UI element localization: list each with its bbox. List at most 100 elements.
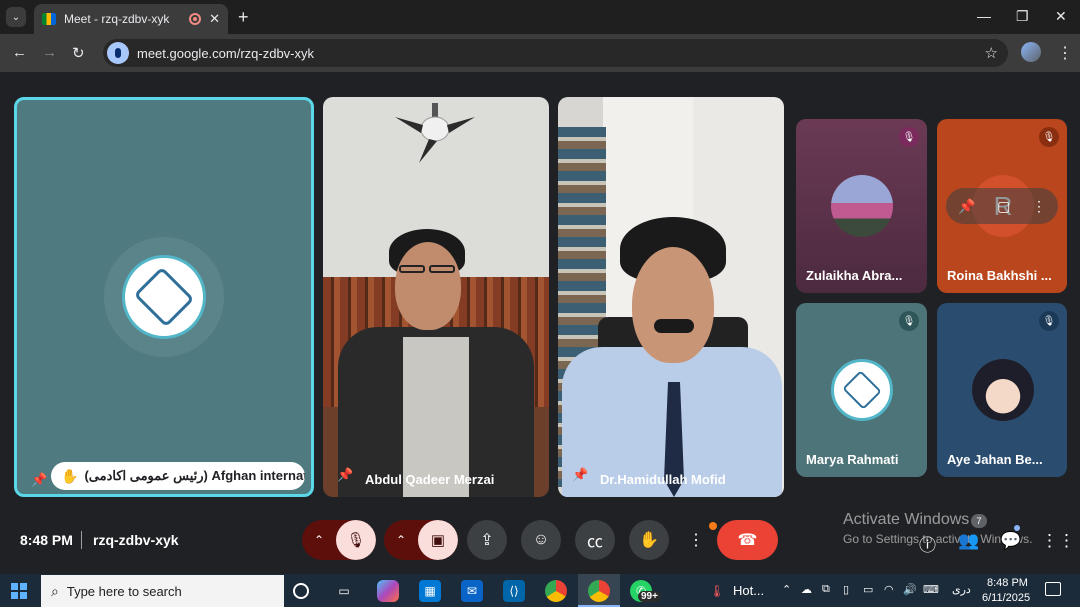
participant-name: Aye Jahan Be...	[947, 452, 1043, 467]
site-mic-icon[interactable]	[107, 42, 129, 64]
tile-marya[interactable]: 🎙 Marya Rahmati	[796, 303, 927, 477]
person-face	[395, 242, 461, 330]
tile-zulaikha[interactable]: 🎙 Zulaikha Abra...	[796, 119, 927, 293]
tile-main-presenter[interactable]: 📌 ✋ (رئیس عمومی اکادمی) Afghan internati…	[14, 97, 314, 497]
activate-windows-title: Activate Windows	[843, 511, 970, 528]
tile-aye-jahan[interactable]: 🎙 Aye Jahan Be...	[937, 303, 1067, 477]
outlook-icon[interactable]: ✉	[461, 580, 483, 602]
thermometer-icon: 🌡	[709, 584, 725, 598]
volume-icon[interactable]: 🔊	[903, 583, 917, 596]
browser-toolbar: ← → ↻ meet.google.com/rzq-zdbv-xyk ☆ ⋮	[0, 34, 1080, 72]
participant-name: Roina Bakhshi ...	[947, 268, 1052, 283]
usb-icon[interactable]: ▯	[843, 583, 849, 596]
window-close-button[interactable]: ✕	[1055, 8, 1067, 25]
battery-icon[interactable]: ▭	[863, 583, 873, 596]
participant-avatar	[972, 359, 1034, 421]
academy-logo-icon	[122, 255, 206, 339]
end-call-button[interactable]: ☎	[717, 520, 778, 560]
bookmark-star-icon[interactable]: ☆	[985, 44, 998, 62]
emoji-reaction-button[interactable]: ☺	[521, 520, 561, 560]
search-icon: ⌕	[51, 582, 59, 599]
tab-title: Meet - rzq-zdbv-xyk	[64, 12, 170, 26]
meeting-code: rzq-zdbv-xyk	[93, 532, 179, 548]
pin-icon[interactable]: 📌	[958, 198, 975, 215]
chrome-active-icon[interactable]	[588, 580, 610, 602]
taskbar-date[interactable]: 6/11/2025	[982, 592, 1030, 604]
reload-icon[interactable]: ↻	[72, 44, 85, 62]
language-indicator[interactable]: دری	[952, 583, 971, 596]
meet-favicon-icon	[42, 13, 56, 25]
camera-options-chevron-icon[interactable]: ⌃	[384, 520, 418, 560]
new-tab-button[interactable]: +	[238, 7, 249, 28]
participant-name: Marya Rahmati	[806, 452, 899, 467]
speaking-halo	[104, 237, 224, 357]
muted-mic-icon: 🎙	[899, 127, 919, 147]
divider	[81, 531, 82, 549]
tab-close-icon[interactable]: ✕	[209, 11, 220, 27]
mic-off-button[interactable]: 🎙	[336, 520, 376, 560]
academy-logo-icon	[831, 359, 893, 421]
cortana-icon[interactable]	[293, 583, 309, 599]
copilot-icon[interactable]	[377, 580, 399, 602]
wifi-icon[interactable]: ◠	[884, 583, 894, 596]
meeting-clock: 8:48 PM	[20, 532, 73, 548]
tile-hover-controls: 📌 ▢ ⋮	[946, 188, 1058, 224]
tile-roina[interactable]: 🎙 R 📌 ▢ ⋮ Roina Bakhshi ...	[937, 119, 1067, 293]
tray-app-icon[interactable]: ⧉	[822, 583, 830, 596]
address-bar[interactable]: meet.google.com/rzq-zdbv-xyk ☆	[103, 39, 1008, 67]
taskbar-time[interactable]: 8:48 PM	[987, 577, 1028, 589]
windows-taskbar: ⌕ Type here to search ▭ ▦ ✉ ⟨⟩ ✆ 99+ 🌡 H…	[0, 574, 1080, 607]
pin-icon[interactable]: 📌	[31, 472, 47, 488]
whatsapp-badge: 99+	[638, 591, 661, 602]
activities-grid-icon[interactable]: ⋮⋮	[1041, 531, 1075, 551]
muted-mic-icon: 🎙	[1039, 311, 1059, 331]
restore-button[interactable]: ❐	[1016, 8, 1029, 25]
captions-button[interactable]: ㏄	[575, 520, 615, 560]
glasses	[429, 265, 455, 273]
camera-control-group: ⌃ ▣	[384, 520, 458, 560]
ceiling-fan-icon	[395, 103, 475, 163]
camera-off-button[interactable]: ▣	[418, 520, 458, 560]
main-participant-name: (رئیس عمومی اکادمی) Afghan internati...	[84, 468, 305, 483]
tab-list-chevron-icon[interactable]: ⌄	[6, 7, 26, 27]
profile-avatar[interactable]	[1021, 42, 1041, 62]
tray-chevron-icon[interactable]: ⌃	[782, 583, 791, 596]
person-face	[632, 247, 714, 363]
frame-icon[interactable]: ▢	[997, 198, 1010, 215]
main-participant-label: ✋ (رئیس عمومی اکادمی) Afghan internati..…	[51, 462, 305, 490]
chat-unread-dot	[1014, 525, 1020, 531]
more-options-icon[interactable]: ⋮	[1032, 198, 1046, 215]
tile-hamidullah-mofid[interactable]: 📌 Dr.Hamidullah Mofid	[558, 97, 784, 497]
mic-options-chevron-icon[interactable]: ⌃	[302, 520, 336, 560]
chrome-icon[interactable]	[545, 580, 567, 602]
pin-icon[interactable]: 📌	[572, 467, 588, 483]
pin-icon[interactable]: 📌	[337, 467, 353, 483]
back-arrow-icon[interactable]: ←	[12, 44, 27, 61]
vscode-icon[interactable]: ⟨⟩	[503, 580, 525, 602]
recording-icon	[189, 13, 202, 25]
onedrive-icon[interactable]: ☁	[801, 583, 812, 596]
tile-abdul-qadeer[interactable]: 📌 Abdul Qadeer Merzai	[323, 97, 549, 497]
task-view-icon[interactable]: ▭	[333, 580, 355, 602]
mic-control-group: ⌃ 🎙	[302, 520, 376, 560]
windows-start-icon[interactable]	[11, 583, 27, 599]
people-icon[interactable]: 👥	[958, 531, 979, 551]
chat-icon[interactable]: 💬	[1000, 531, 1021, 551]
meeting-info-icon[interactable]: ⓘ	[919, 531, 936, 556]
weather-text[interactable]: Hot...	[733, 583, 764, 598]
more-options-icon[interactable]: ⋮	[683, 520, 709, 560]
tab-bar: ⌄ Meet - rzq-zdbv-xyk ✕ + — ❐ ✕	[0, 0, 1080, 34]
muted-mic-icon: 🎙	[899, 311, 919, 331]
minimize-button[interactable]: —	[977, 8, 991, 24]
url-text[interactable]: meet.google.com/rzq-zdbv-xyk	[137, 46, 985, 61]
present-screen-button[interactable]: ⇪	[467, 520, 507, 560]
browser-menu-icon[interactable]: ⋮	[1057, 43, 1073, 63]
browser-tab-meet[interactable]: Meet - rzq-zdbv-xyk ✕	[34, 4, 228, 34]
forward-arrow-icon[interactable]: →	[42, 44, 57, 61]
keyboard-icon[interactable]: ⌨	[923, 583, 939, 596]
search-placeholder: Type here to search	[66, 583, 182, 599]
store-icon[interactable]: ▦	[419, 580, 441, 602]
taskbar-search[interactable]: ⌕ Type here to search	[41, 575, 284, 607]
notification-center-icon[interactable]	[1045, 582, 1061, 596]
raise-hand-button[interactable]: ✋	[629, 520, 669, 560]
